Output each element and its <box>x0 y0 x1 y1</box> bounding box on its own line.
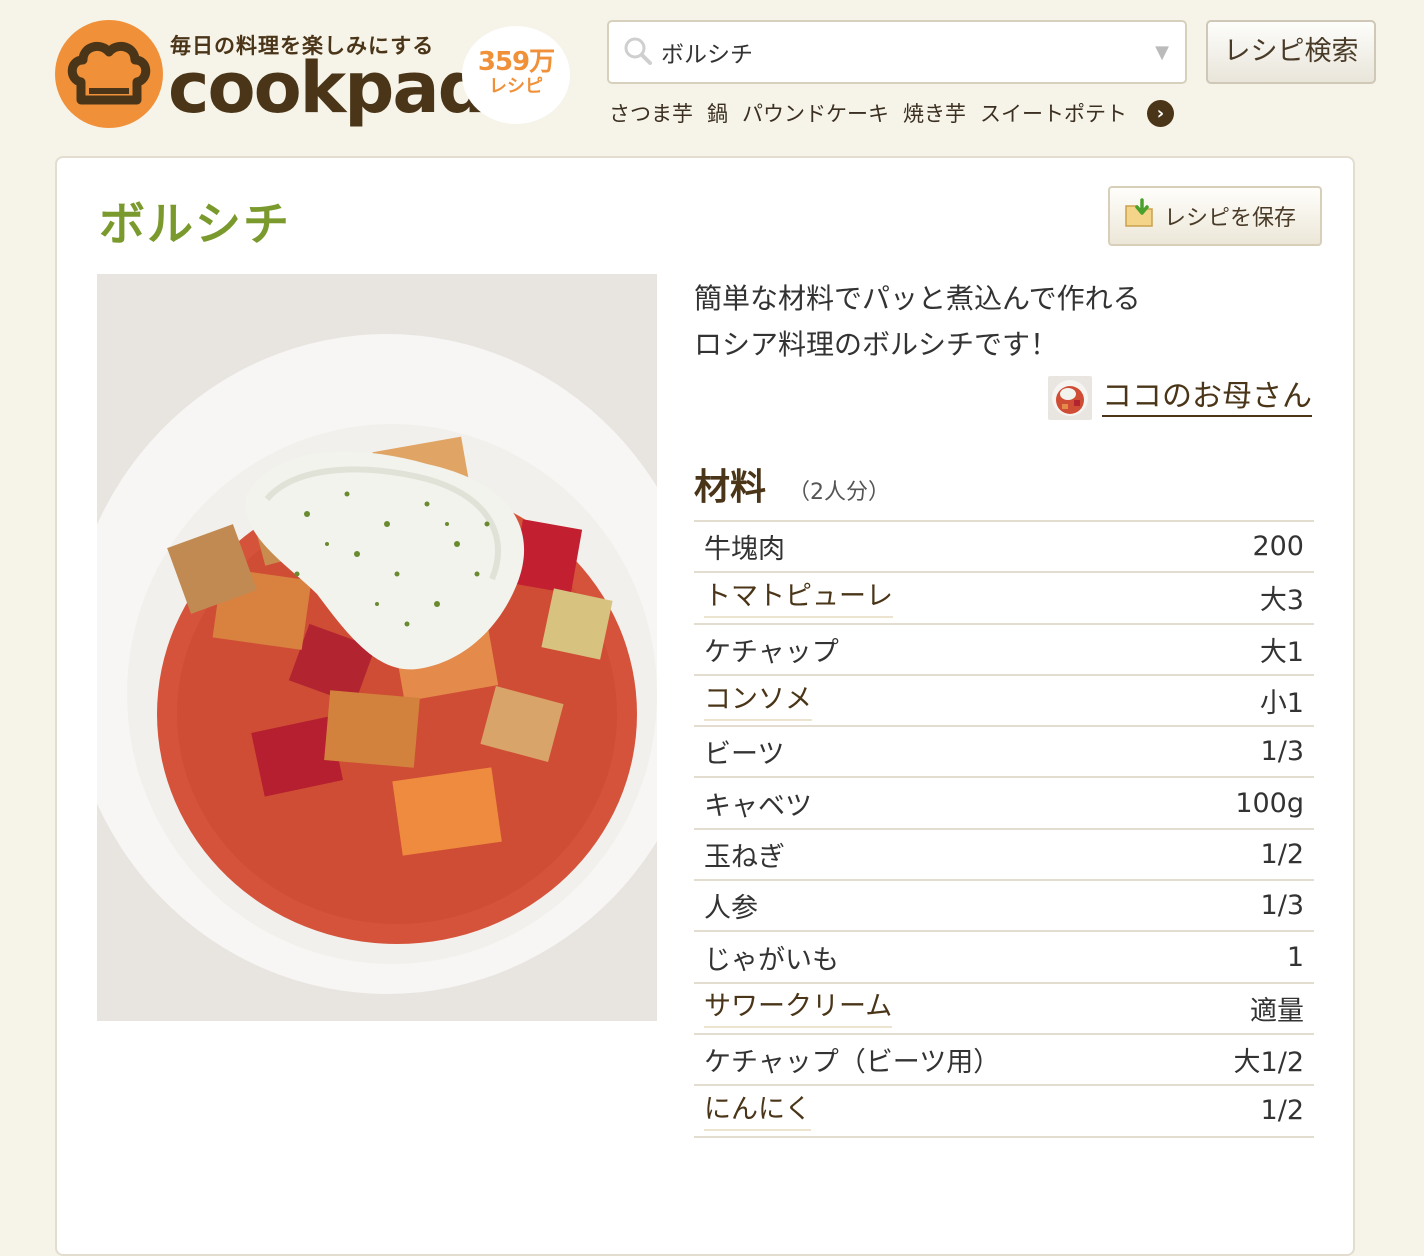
ingredient-row: 人参 1/3 <box>694 881 1314 933</box>
cookpad-wordmark[interactable]: cookpad <box>168 48 488 128</box>
keyword-link[interactable]: 焼き芋 <box>903 98 966 128</box>
ingredient-qty: 1/2 <box>1260 1095 1304 1127</box>
keyword-link[interactable]: パウンドケーキ <box>742 98 889 128</box>
ingredient-qty: 1 <box>1286 941 1304 973</box>
recipe-search-button[interactable]: レシピ検索 <box>1206 20 1376 84</box>
ingredient-name-link[interactable]: コンソメ <box>704 681 812 721</box>
ingredient-qty: 小1 <box>1259 688 1304 720</box>
ingredient-name-link[interactable]: トマトピューレ <box>704 578 893 618</box>
ingredient-row: にんにく 1/2 <box>694 1086 1314 1138</box>
recipe-author: ココのお母さん <box>1048 376 1312 420</box>
ingredients-heading: 材料 <box>694 467 767 508</box>
ingredient-name: ビーツ <box>704 739 785 771</box>
recipe-count-label: レシピ <box>489 76 543 97</box>
ingredient-row: 玉ねぎ 1/2 <box>694 830 1314 882</box>
author-avatar[interactable] <box>1048 376 1092 420</box>
recipe-count-badge: 359万 レシピ <box>462 26 570 124</box>
keyword-link[interactable]: スイートポテト <box>980 98 1127 128</box>
chef-hat-logo-icon[interactable] <box>55 20 163 128</box>
ingredient-name: 牛塊肉 <box>704 534 785 566</box>
ingredient-qty: 100g <box>1235 787 1304 819</box>
servings: （2人分） <box>788 480 891 505</box>
description-line: ロシア料理のボルシチです！ <box>694 328 1059 361</box>
recipe-photo[interactable] <box>97 274 657 1021</box>
ingredient-name: ケチャップ（ビーツ用） <box>704 1047 1001 1079</box>
save-recipe-button[interactable]: レシピを保存 <box>1108 186 1322 246</box>
ingredient-row: 牛塊肉 200 <box>694 522 1314 574</box>
description-line: 簡単な材料でパッと煮込んで作れる <box>694 282 1141 315</box>
ingredient-name-link[interactable]: にんにく <box>704 1091 812 1131</box>
ingredient-qty: 大1/2 <box>1233 1047 1304 1079</box>
ingredient-qty: 1/2 <box>1260 838 1304 870</box>
ingredient-name-link[interactable]: サワークリーム <box>704 988 893 1029</box>
search-input[interactable] <box>661 34 1131 70</box>
ingredient-qty: 大1 <box>1259 636 1304 668</box>
popular-keywords: さつま芋 鍋 パウンドケーキ 焼き芋 スイートポテト › <box>609 98 1174 128</box>
ingredient-row: キャベツ 100g <box>694 778 1314 830</box>
ingredient-qty: 1/3 <box>1260 736 1304 768</box>
recipe-card: ボルシチ レシピを保存 簡単な材料でパッと煮込んで作れる ロシア料理のボルシチで… <box>55 156 1355 1256</box>
ingredient-row: トマトピューレ 大3 <box>694 573 1314 625</box>
search-icon <box>623 36 653 70</box>
ingredient-row: コンソメ 小1 <box>694 676 1314 728</box>
folder-save-icon <box>1124 198 1156 234</box>
ingredient-row: じゃがいも 1 <box>694 932 1314 984</box>
ingredient-name: ケチャップ <box>704 636 839 668</box>
recipe-title: ボルシチ <box>99 197 291 251</box>
keyword-link[interactable]: 鍋 <box>707 98 728 128</box>
ingredient-qty: 1/3 <box>1260 890 1304 922</box>
ingredients-header: 材料 （2人分） <box>694 458 890 510</box>
recipe-count: 359万 <box>477 47 555 77</box>
ingredient-qty: 200 <box>1252 531 1304 563</box>
search-history-dropdown-icon[interactable]: ▼ <box>1155 42 1169 63</box>
ingredient-name: じゃがいも <box>704 944 839 976</box>
ingredient-row: ビーツ 1/3 <box>694 727 1314 779</box>
ingredient-name: 人参 <box>704 893 758 925</box>
ingredient-row: ケチャップ（ビーツ用） 大1/2 <box>694 1035 1314 1087</box>
recipe-description: 簡単な材料でパッと煮込んで作れる ロシア料理のボルシチです！ <box>694 276 1314 368</box>
ingredient-name: 玉ねぎ <box>704 841 785 873</box>
site-header: 毎日の料理を楽しみにする cookpad 359万 レシピ ▼ レシピ検索 さつ… <box>0 0 1424 150</box>
author-name-link[interactable]: ココのお母さん <box>1102 379 1312 417</box>
ingredient-qty: 大3 <box>1259 585 1304 617</box>
ingredient-name: キャベツ <box>704 790 812 822</box>
keyword-link[interactable]: さつま芋 <box>609 98 693 128</box>
ingredient-row: サワークリーム 適量 <box>694 984 1314 1035</box>
ingredients-table: 牛塊肉 200 トマトピューレ 大3 ケチャップ 大1 コンソメ 小1 ビーツ … <box>694 520 1314 1138</box>
ingredient-row: ケチャップ 大1 <box>694 625 1314 676</box>
ingredient-qty: 適量 <box>1250 995 1304 1027</box>
search-box[interactable]: ▼ <box>607 20 1187 84</box>
save-recipe-label: レシピを保存 <box>1164 206 1297 231</box>
chevron-right-icon[interactable]: › <box>1147 99 1174 127</box>
